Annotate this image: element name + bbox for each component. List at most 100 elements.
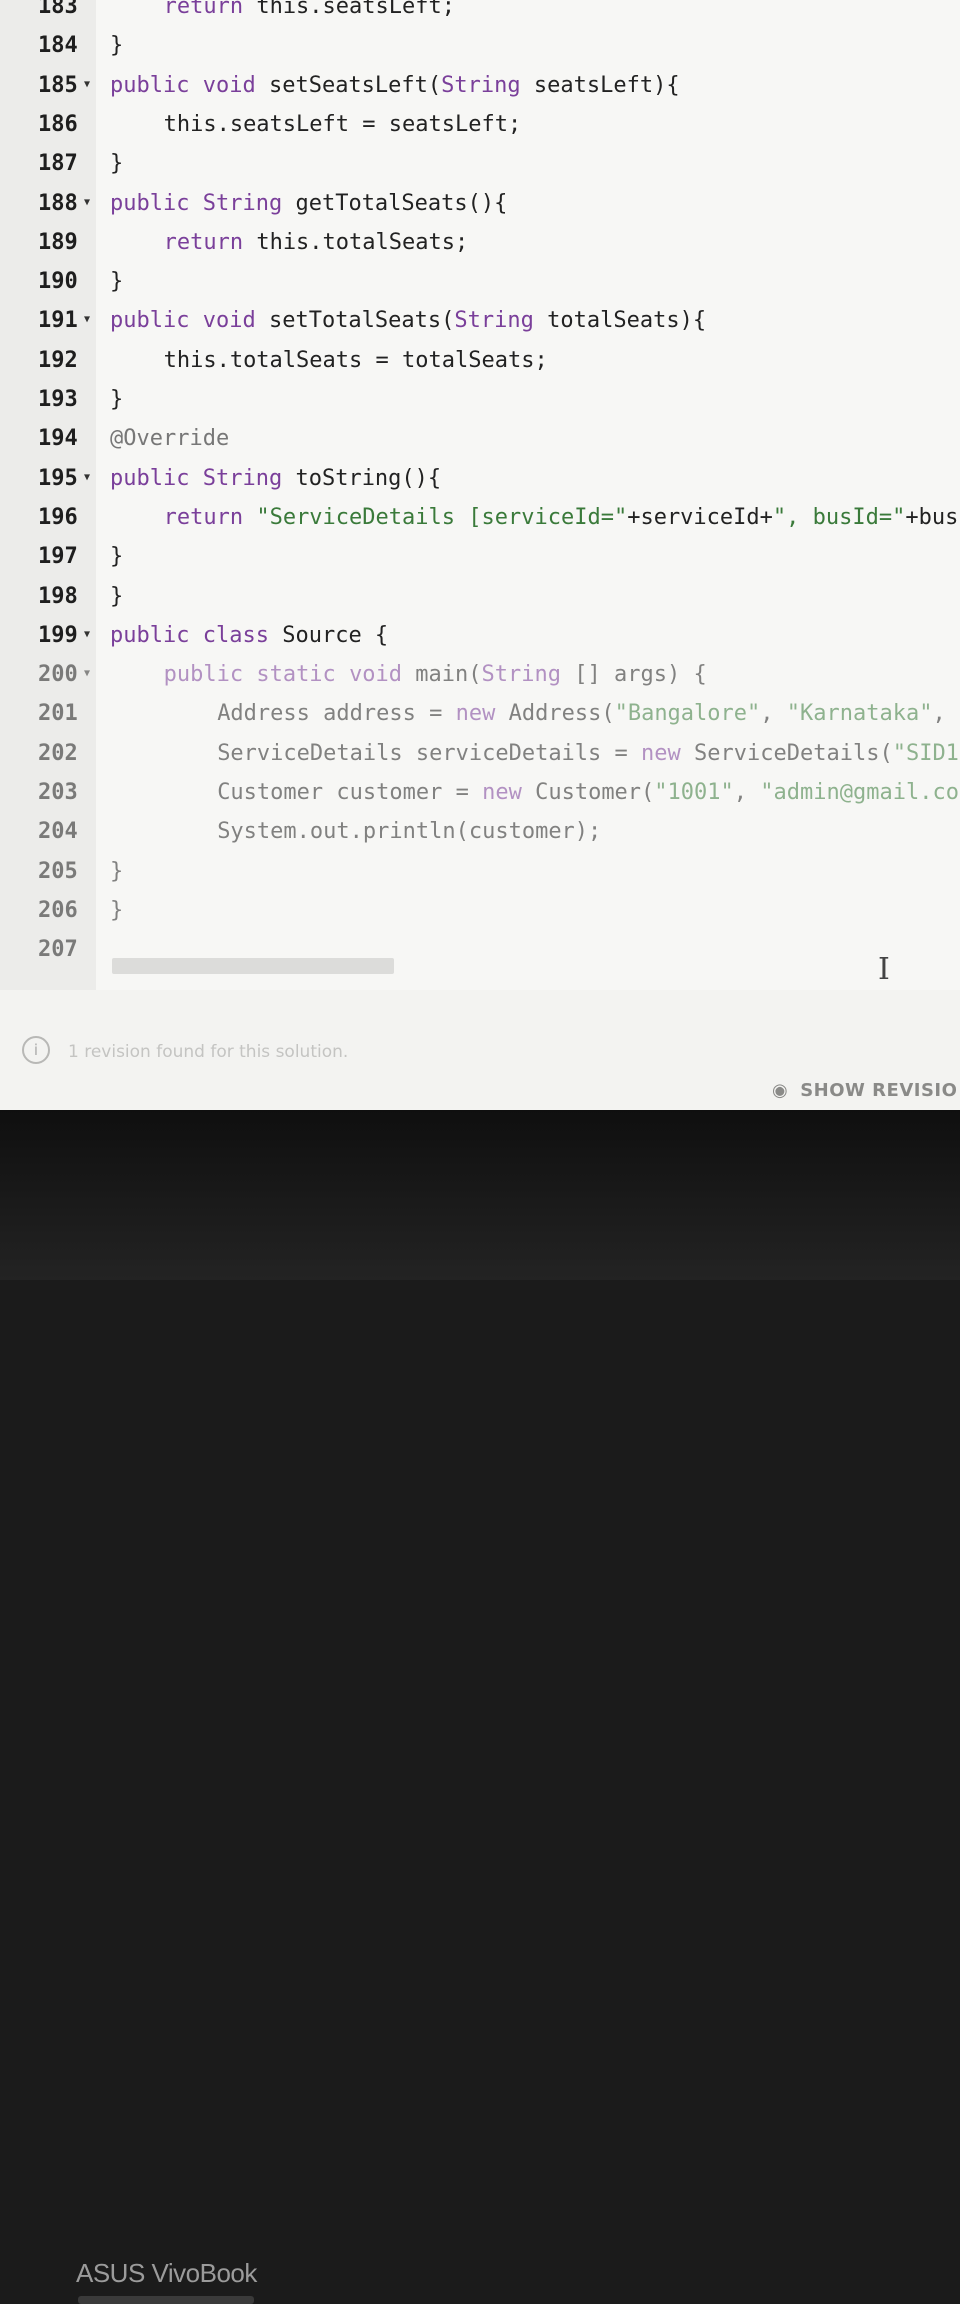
code-token: "SID1001" (892, 740, 960, 766)
line-number: 184 (38, 33, 78, 59)
code-line: 193} (0, 387, 960, 423)
code-text: public class Source { (110, 623, 388, 648)
code-line: 194 @Override (0, 426, 960, 462)
line-number: 199 (38, 622, 78, 648)
code-text: } (110, 269, 123, 294)
code-text: public void setTotalSeats(String totalSe… (110, 308, 706, 333)
line-number: 194 (38, 426, 78, 452)
code-text: } (110, 859, 123, 884)
eye-icon: ◉ (772, 1080, 789, 1101)
code-token: "ServiceDetails [serviceId=" (256, 504, 628, 530)
code-text: public String toString(){ (110, 466, 441, 491)
line-number: 201 (38, 701, 78, 727)
fold-arrow-icon[interactable]: ▼ (84, 197, 90, 208)
code-text: } (110, 151, 123, 176)
line-number: 191 (38, 308, 78, 334)
line-number: 198 (38, 583, 78, 609)
code-line: 197} (0, 544, 960, 580)
code-text: this.seatsLeft = seatsLeft; (164, 112, 522, 137)
code-token: @Override (110, 426, 230, 452)
fold-arrow-icon[interactable]: ▼ (84, 629, 90, 640)
code-token: "admin@gmail.com" (760, 780, 960, 805)
laptop-brand: ASUS VivoBook (76, 2258, 257, 2288)
code-line: 187} (0, 151, 960, 187)
code-line: 195 ▼ public String toString(){ (0, 466, 960, 502)
revision-notice: 1 revision found for this solution. (68, 1042, 349, 1062)
code-line: 201 Address address = new Address("Bangal… (0, 701, 960, 737)
fold-arrow-icon[interactable]: ▼ (84, 472, 90, 483)
line-number: 183 (38, 0, 78, 19)
code-text: } (110, 33, 123, 58)
info-icon: i (22, 1036, 50, 1064)
code-line: 192 this.totalSeats = totalSeats; (0, 348, 960, 384)
code-line: 191 ▼ public void setTotalSeats(String tot… (0, 308, 960, 344)
code-token: void (349, 662, 403, 688)
fold-arrow-icon[interactable]: ▼ (84, 314, 90, 325)
code-line: 206} (0, 898, 960, 934)
line-number: 202 (38, 740, 78, 766)
code-token: getTotalSeats(){ (282, 190, 508, 216)
code-token: } (110, 583, 124, 609)
fold-arrow-icon[interactable]: ▼ (84, 79, 90, 90)
code-text: Address address = new Address("Bangalore… (217, 701, 960, 726)
line-number: 190 (38, 269, 78, 295)
code-token: public (163, 662, 244, 688)
code-editor[interactable]: 183 return this.seatsLeft; 184} 185 ▼ public … (0, 0, 960, 990)
line-number: 188 (38, 190, 78, 216)
code-token: return (163, 0, 244, 19)
code-token: System.out.println(customer); (217, 819, 602, 845)
code-token: [] args) { (561, 662, 707, 688)
code-line: 185 ▼ public void setSeatsLeft(String seat… (0, 73, 960, 109)
code-text: } (110, 584, 123, 609)
horizontal-scrollbar[interactable] (112, 958, 394, 974)
code-text: return this.seatsLeft; (164, 0, 455, 19)
code-token: } (110, 33, 124, 59)
code-line: 202 ServiceDetails serviceDetails = new S… (0, 741, 960, 777)
code-token: String (481, 662, 562, 688)
code-token: static (256, 662, 336, 688)
code-text: } (110, 544, 123, 569)
code-token: } (110, 151, 124, 177)
code-token: String (202, 465, 283, 491)
code-text: System.out.println(customer); (217, 819, 601, 844)
code-line: 198} (0, 584, 960, 620)
code-token: public (110, 465, 190, 491)
code-token: return (163, 504, 244, 530)
code-line: 184} (0, 33, 960, 69)
line-number: 196 (38, 504, 78, 530)
code-token: } (110, 269, 124, 295)
code-token: "Karnataka" (786, 701, 933, 727)
text-cursor-icon: I (878, 952, 890, 987)
code-token: , (932, 701, 959, 727)
line-number: 203 (38, 780, 78, 805)
code-token: Customer( (521, 780, 655, 805)
code-token: , (733, 780, 761, 805)
fold-arrow-icon[interactable]: ▼ (84, 668, 90, 679)
line-number: 204 (38, 819, 78, 845)
code-token: String (202, 190, 283, 216)
code-line: 186 this.seatsLeft = seatsLeft; (0, 112, 960, 148)
line-number: 197 (38, 544, 78, 570)
line-number: 187 (38, 151, 78, 177)
code-token: toString(){ (282, 465, 442, 491)
show-revisions-label: SHOW REVISIO (800, 1080, 958, 1101)
show-revisions-button[interactable]: ◉ SHOW REVISIO (772, 1080, 957, 1101)
code-token: ", busId=" (772, 504, 906, 530)
code-text: public void setSeatsLeft(String seatsLef… (110, 73, 680, 98)
code-token: this.seatsLeft; (243, 0, 455, 19)
code-line: 183 return this.seatsLeft; (0, 0, 960, 30)
code-token: new (641, 740, 681, 766)
code-token: ServiceDetails( (680, 740, 893, 766)
code-token: String (454, 308, 534, 334)
code-line: 205} (0, 859, 960, 895)
code-token: totalSeats){ (533, 308, 707, 334)
code-text: @Override (110, 426, 229, 451)
code-line: 189 return this.totalSeats; (0, 230, 960, 266)
code-token: ServiceDetails serviceDetails = (217, 740, 642, 766)
line-number: 206 (38, 897, 78, 923)
